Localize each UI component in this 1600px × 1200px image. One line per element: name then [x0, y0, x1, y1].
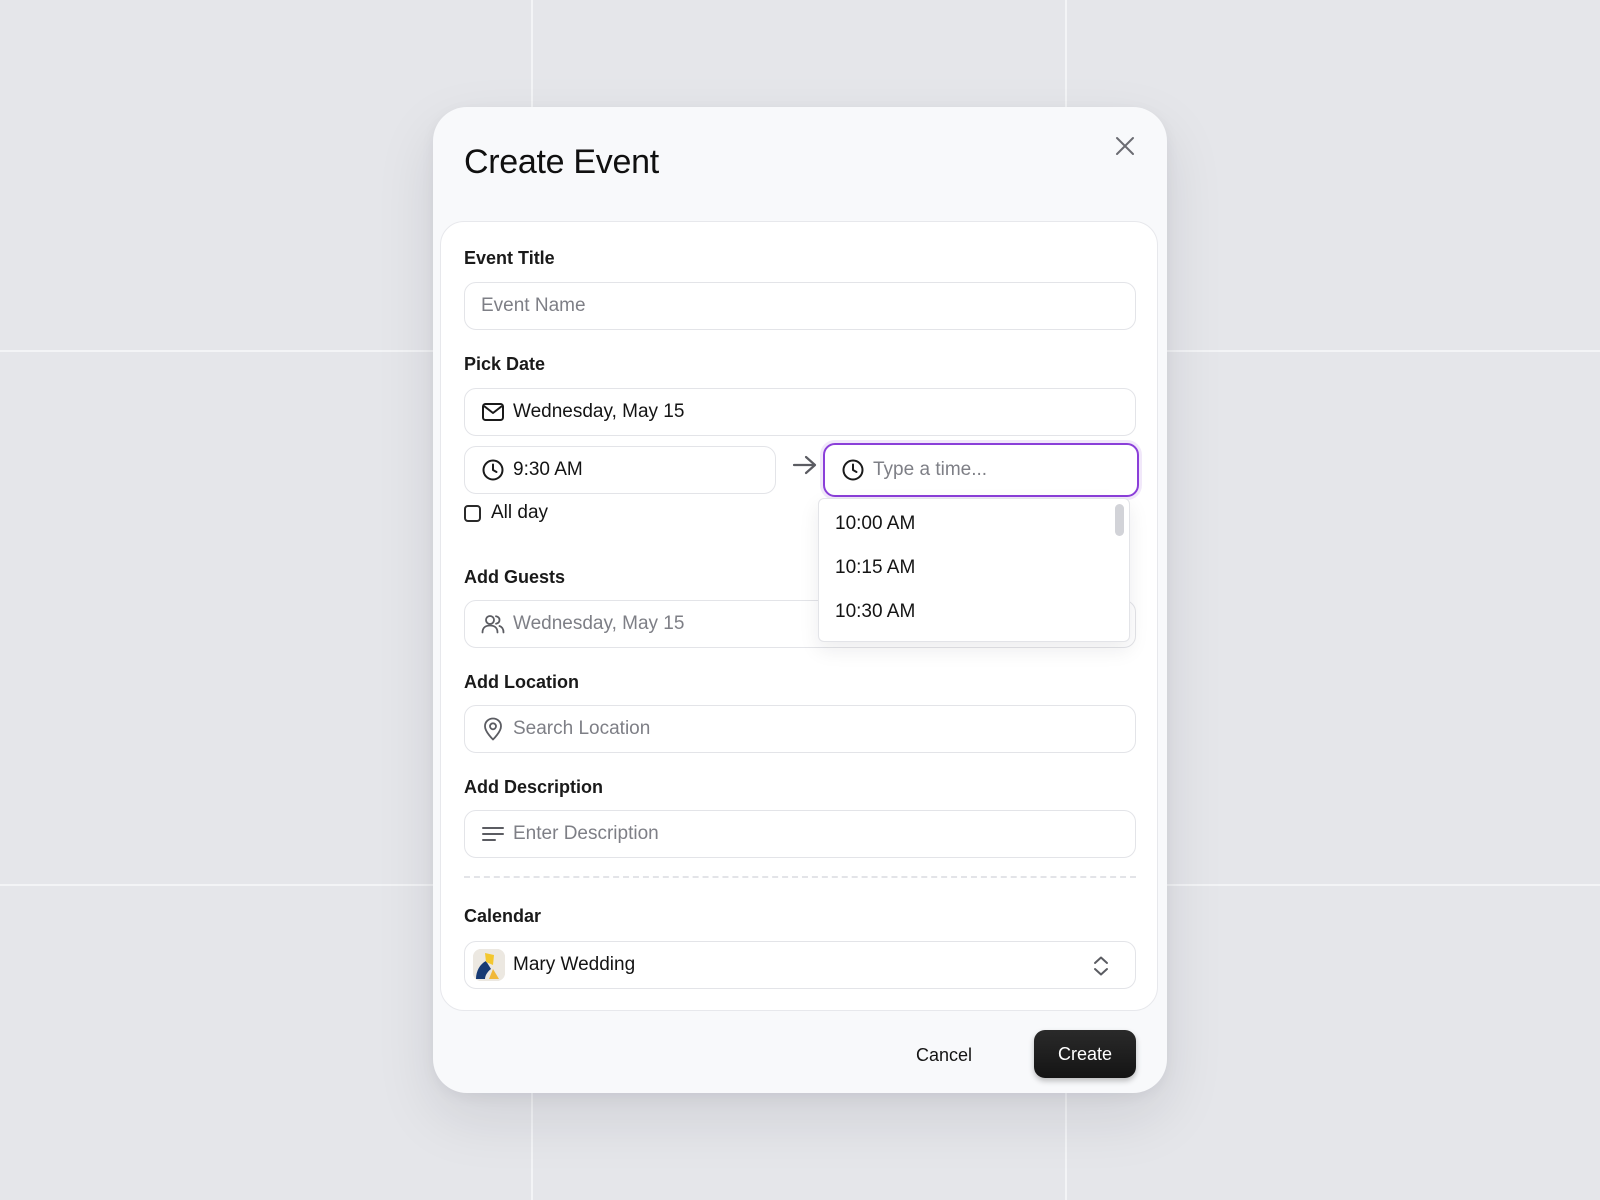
- time-option-1015[interactable]: 10:15 AM: [835, 557, 915, 579]
- end-time-input[interactable]: Type a time...: [823, 443, 1139, 497]
- close-button[interactable]: [1109, 130, 1141, 162]
- clock-icon: [481, 458, 505, 482]
- modal-title: Create Event: [464, 143, 659, 181]
- location-input[interactable]: Search Location: [464, 705, 1136, 753]
- end-time-placeholder: Type a time...: [873, 459, 988, 480]
- create-event-modal: Create Event Event Title Event Name Pick…: [433, 107, 1167, 1093]
- calendar-select[interactable]: Mary Wedding: [464, 941, 1136, 989]
- mail-icon: [481, 400, 505, 424]
- arrow-right-icon: [790, 450, 820, 480]
- users-icon: [481, 612, 505, 636]
- create-button[interactable]: Create: [1034, 1030, 1136, 1078]
- all-day-checkbox[interactable]: [464, 504, 481, 522]
- event-name-input[interactable]: Event Name: [464, 282, 1136, 330]
- text-align-icon: [481, 822, 505, 846]
- date-input[interactable]: Wednesday, May 15: [464, 388, 1136, 436]
- description-placeholder: Enter Description: [513, 823, 659, 844]
- start-time-value: 9:30 AM: [513, 459, 583, 480]
- all-day-label: All day: [491, 502, 549, 523]
- pick-date-label: Pick Date: [464, 354, 546, 374]
- clock-icon: [841, 458, 865, 482]
- time-option-1030[interactable]: 10:30 AM: [835, 601, 915, 623]
- time-dropdown[interactable]: 10:00 AM 10:15 AM 10:30 AM: [818, 498, 1130, 642]
- all-day-toggle[interactable]: All day: [464, 502, 548, 524]
- event-title-label: Event Title: [464, 248, 555, 268]
- location-placeholder: Search Location: [513, 718, 651, 739]
- description-input[interactable]: Enter Description: [464, 810, 1136, 858]
- date-value: Wednesday, May 15: [513, 401, 685, 422]
- add-location-label: Add Location: [464, 672, 579, 692]
- close-icon: [1116, 137, 1134, 155]
- add-guests-label: Add Guests: [464, 567, 566, 587]
- dropdown-scrollbar[interactable]: [1115, 504, 1124, 536]
- calendar-label: Calendar: [464, 906, 542, 926]
- chevron-up-down-icon: [1094, 956, 1108, 976]
- location-pin-icon: [481, 717, 505, 741]
- calendar-avatar: [473, 949, 505, 981]
- time-option-1000[interactable]: 10:00 AM: [835, 513, 915, 535]
- event-form: Event Title Event Name Pick Date Wednesd…: [440, 221, 1158, 1011]
- cancel-button[interactable]: Cancel: [904, 1031, 984, 1079]
- calendar-value: Mary Wedding: [513, 954, 636, 975]
- add-description-label: Add Description: [464, 777, 604, 797]
- event-name-placeholder: Event Name: [481, 295, 586, 316]
- guests-placeholder: Wednesday, May 15: [513, 613, 685, 634]
- start-time-input[interactable]: 9:30 AM: [464, 446, 776, 494]
- section-divider: [464, 876, 1136, 878]
